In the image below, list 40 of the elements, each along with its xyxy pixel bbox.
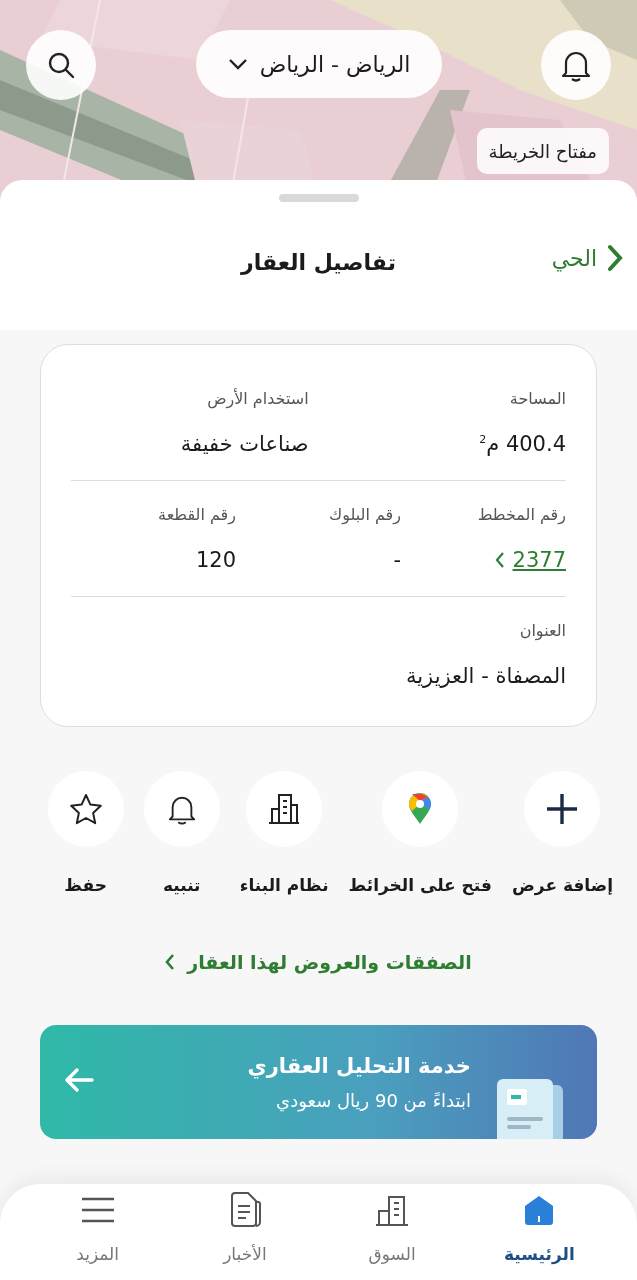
field-label: العنوان — [519, 621, 566, 640]
city-selector[interactable]: الرياض - الرياض — [196, 30, 442, 98]
field-value: - — [393, 548, 401, 572]
plus-icon — [545, 792, 580, 826]
field-label: رقم المخطط — [477, 505, 566, 524]
arrow-left-icon — [64, 1067, 94, 1093]
field-label: رقم القطعة — [158, 505, 236, 524]
nav-tab[interactable]: الأخبار — [171, 1184, 319, 1280]
deals-link[interactable]: الصفقات والعروض لهذا العقار — [165, 951, 472, 973]
map-pin-icon — [408, 793, 433, 825]
field-label: استخدام الأرض — [207, 389, 309, 408]
building-icon — [267, 793, 302, 825]
chevron-down-icon — [227, 58, 248, 70]
nav-tab[interactable]: المزيد — [24, 1184, 172, 1280]
field-value: صناعات خفيفة — [180, 432, 309, 456]
star-icon — [68, 793, 103, 825]
plan-number-link[interactable]: 2377 — [494, 548, 566, 572]
drag-handle[interactable] — [278, 194, 359, 202]
chevron-icon — [494, 551, 505, 569]
action-label: حفظ — [64, 875, 108, 895]
banner-title: خدمة التحليل العقاري — [247, 1053, 471, 1078]
document-icon — [495, 1079, 565, 1139]
field-label: رقم البلوك — [329, 505, 401, 524]
field-value: المصفاة - العزيزية — [405, 664, 566, 688]
action-label: إضافة عرض — [511, 875, 613, 895]
chevron-icon — [165, 953, 176, 971]
banner-subtitle: ابتداءً من 90 ريال سعودي — [276, 1089, 471, 1111]
map-key-button[interactable]: مفتاح الخريطة — [476, 128, 609, 174]
search-icon — [46, 50, 76, 80]
field-label: المساحة — [509, 389, 566, 408]
nav-tab[interactable]: الرئيسية — [465, 1184, 613, 1280]
sheet-title: تفاصيل العقار — [241, 249, 396, 275]
back-link[interactable]: الحي — [551, 244, 623, 272]
action-label: تنبيه — [162, 875, 201, 895]
field-value: 120 — [195, 548, 236, 572]
action-label: نظام البناء — [239, 875, 329, 895]
nav-tab[interactable]: السوق — [318, 1184, 466, 1280]
action-label: فتح على الخرائط — [348, 875, 492, 895]
chevron-icon — [607, 244, 623, 272]
promo-banner[interactable]: خدمة التحليل العقاري ابتداءً من 90 ريال سعودي — [40, 1025, 597, 1139]
